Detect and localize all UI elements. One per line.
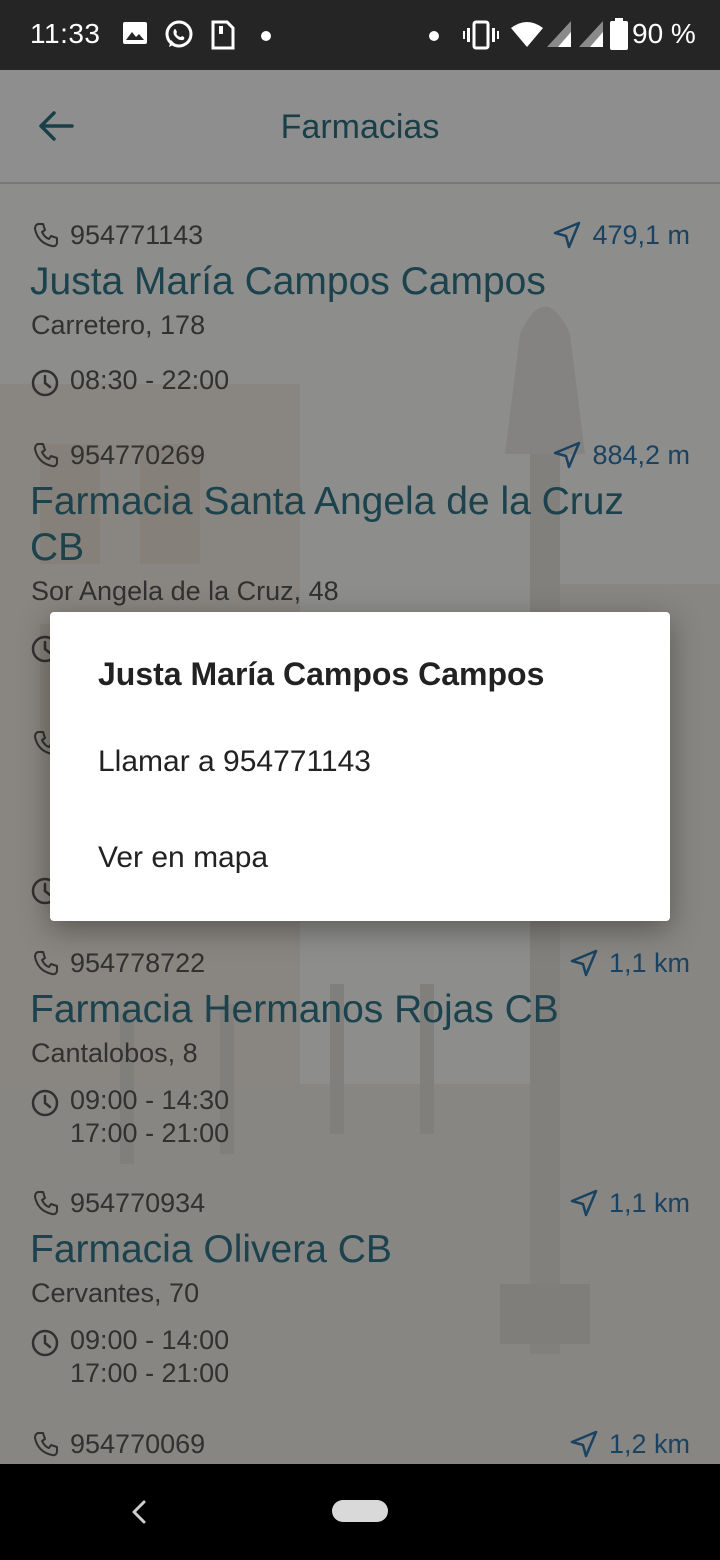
signal-icon: [547, 21, 571, 47]
nav-home-pill[interactable]: [332, 1500, 388, 1522]
wifi-icon: [511, 22, 543, 47]
nav-back-icon[interactable]: [128, 1498, 150, 1526]
sim-card-icon: [211, 20, 235, 50]
battery-icon: [610, 18, 628, 50]
dot-icon: [429, 31, 439, 41]
dialog-title: Justa María Campos Campos: [98, 656, 545, 692]
navigation-bar: [0, 1464, 720, 1560]
vibrate-icon: [463, 20, 499, 50]
status-bar: 11:33 90 %: [0, 0, 720, 70]
status-time: 11:33: [30, 18, 101, 49]
app-screen: Farmacias 954771143 479,1 m Justa María …: [0, 70, 720, 1464]
image-icon: [123, 22, 147, 44]
whatsapp-icon: [165, 20, 193, 48]
dot-icon: [261, 31, 271, 41]
options-dialog: Justa María Campos Campos Llamar a 95477…: [50, 612, 670, 921]
view-map-option[interactable]: Ver en mapa: [50, 813, 670, 903]
signal-icon: [579, 21, 603, 47]
call-option[interactable]: Llamar a 954771143: [50, 717, 670, 807]
battery-percent: 90 %: [632, 18, 696, 49]
